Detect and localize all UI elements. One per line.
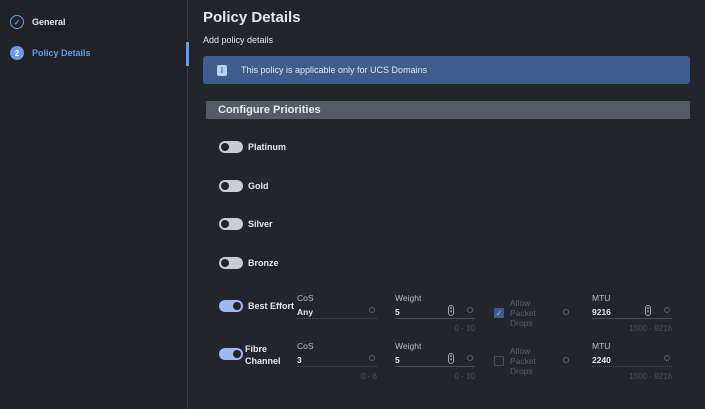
stepper-icon[interactable]: ▴ ▾ [645,305,651,316]
weight-label: Weight [395,293,422,303]
info-icon[interactable] [563,357,569,363]
info-icon[interactable] [369,355,375,361]
stepper-icon[interactable]: ▴ ▾ [448,305,454,316]
priority-label: Silver [248,219,273,229]
toggle-bronze[interactable] [219,257,243,269]
cos-label: CoS [297,341,314,351]
cos-range: 0 - 6 [360,372,377,381]
allow-packet-drops-label: Allow Packet Drops [510,346,536,376]
scroll-indicator[interactable] [186,42,189,66]
stepper-icon[interactable]: ▴ ▾ [448,353,454,364]
cos-input[interactable]: 3 [297,355,302,365]
weight-label: Weight [395,341,422,351]
page-subtitle: Add policy details [203,35,274,45]
step-label: Policy Details [32,48,91,58]
info-banner: i This policy is applicable only for UCS… [203,56,690,84]
mtu-range: 1500 - 9216 [629,324,672,333]
toggle-platinum[interactable] [219,141,243,153]
mtu-input[interactable]: 2240 [592,355,611,365]
weight-input[interactable]: 5 [395,355,400,365]
section-header: Configure Priorities [206,101,690,119]
priority-label: Fibre Channel [245,344,281,366]
step-general[interactable]: ✓ General [10,15,66,29]
toggle-gold[interactable] [219,180,243,192]
page-title: Policy Details [203,9,301,26]
step-number: 2 [10,46,24,60]
toggle-silver[interactable] [219,218,243,230]
wizard-sidebar: ✓ General 2 Policy Details [0,0,188,409]
weight-range: 0 - 10 [454,324,475,333]
field-underline [592,318,672,319]
step-label: General [32,17,66,27]
allow-packet-drops-checkbox[interactable]: ✓ [494,308,504,318]
field-underline [395,366,475,367]
info-icon[interactable] [664,307,670,313]
weight-range: 0 - 10 [454,372,475,381]
priority-label: Best Effort [248,301,295,311]
info-icon[interactable] [467,307,473,313]
field-underline [297,366,377,367]
toggle-fibre-channel[interactable] [219,348,243,360]
mtu-range: 1500 - 9216 [629,372,672,381]
cos-label: CoS [297,293,314,303]
info-icon: i [217,64,227,76]
info-icon[interactable] [664,355,670,361]
field-underline [297,318,377,319]
mtu-label: MTU [592,341,611,351]
allow-packet-drops-label: Allow Packet Drops [510,298,536,328]
priority-label: Bronze [248,258,279,268]
field-underline [592,366,672,367]
step-policy-details[interactable]: 2 Policy Details [10,46,91,60]
weight-input[interactable]: 5 [395,307,400,317]
field-underline [395,318,475,319]
mtu-input[interactable]: 9216 [592,307,611,317]
toggle-best-effort[interactable] [219,300,243,312]
priority-label: Gold [248,181,269,191]
info-icon[interactable] [563,309,569,315]
cos-field[interactable]: Any [297,307,313,317]
allow-packet-drops-checkbox[interactable] [494,356,504,366]
mtu-label: MTU [592,293,611,303]
priority-label: Platinum [248,142,287,152]
check-icon: ✓ [10,15,24,29]
info-icon[interactable] [467,355,473,361]
banner-text: This policy is applicable only for UCS D… [241,65,428,75]
info-icon[interactable] [369,307,375,313]
